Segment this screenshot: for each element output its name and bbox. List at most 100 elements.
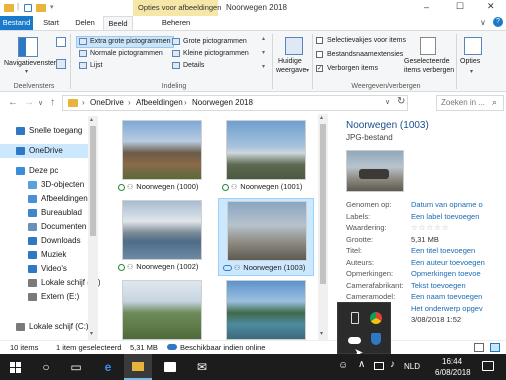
property-value[interactable]: Het onderwerp opgev: [411, 304, 503, 313]
property-value[interactable]: Tekst toevoegen: [411, 281, 503, 290]
sidebar-item[interactable]: 3D-objecten: [0, 178, 96, 192]
preview-pane-icon[interactable]: [56, 37, 66, 47]
task-view-icon[interactable]: ▭: [62, 354, 90, 380]
layout-scroll-down-icon[interactable]: ▾: [262, 49, 265, 56]
windows-icon[interactable]: [2, 354, 30, 380]
hide-selected-button[interactable]: Geselecteerde items verbergen: [404, 35, 454, 79]
sidebar-item[interactable]: Documenten: [0, 220, 96, 234]
layout-extra-large-icons[interactable]: Extra grote pictogrammen: [76, 36, 174, 48]
qat-new-folder-icon[interactable]: [36, 4, 46, 12]
security-icon[interactable]: [371, 333, 381, 345]
volume-icon[interactable]: ♪: [390, 359, 395, 370]
property-value[interactable]: Een auteur toevoegen: [411, 258, 503, 267]
qat-chevron-down-icon[interactable]: ▾: [50, 3, 54, 11]
usb-icon[interactable]: [351, 312, 359, 324]
mail-icon[interactable]: ✉: [188, 354, 216, 380]
clock-date[interactable]: 6/08/2018: [435, 368, 471, 377]
sidebar-item[interactable]: Muziek: [0, 248, 96, 262]
tab-beheren[interactable]: Beheren: [154, 16, 198, 30]
breadcrumb-onedrive[interactable]: OneDrive: [90, 96, 124, 110]
file-item[interactable]: ⚇ Noorwegen (1003): [218, 198, 314, 276]
file-extensions-checkbox[interactable]: Bestandsnaamextensies: [316, 50, 403, 60]
layout-details[interactable]: Details: [172, 61, 204, 71]
layout-scroll-up-icon[interactable]: ▴: [262, 35, 265, 42]
property-value[interactable]: Een titel toevoegen: [411, 246, 503, 255]
people-icon[interactable]: ☺: [338, 360, 348, 371]
layout-small-icons[interactable]: Kleine pictogrammen: [172, 49, 249, 59]
item-checkboxes-checkbox[interactable]: Selectievakjes voor items: [316, 36, 406, 46]
property-value[interactable]: Opmerkingen toevoe: [411, 269, 503, 278]
path-dropdown-icon[interactable]: ∨: [385, 96, 390, 110]
property-key: Cameramodel:: [346, 292, 396, 301]
maximize-button[interactable]: ☐: [456, 1, 464, 12]
sidebar-item-label: Downloads: [41, 236, 81, 245]
details-pane-icon[interactable]: [56, 59, 66, 69]
network-icon[interactable]: [374, 362, 384, 370]
edge-icon[interactable]: e: [94, 354, 122, 380]
layout-more-icon[interactable]: ▾: [262, 63, 265, 70]
explorer-icon[interactable]: [124, 354, 152, 380]
sidebar-item[interactable]: Lokale schijf (C:): [0, 320, 96, 334]
breadcrumb-afbeeldingen[interactable]: Afbeeldingen: [136, 96, 183, 110]
file-name: Noorwegen (1002): [136, 262, 199, 271]
details-view-toggle-icon[interactable]: [474, 343, 484, 352]
close-button[interactable]: ✕: [487, 1, 495, 12]
sidebar-item[interactable]: Afbeeldingen: [0, 192, 96, 206]
hidden-items-checkbox[interactable]: ✓ Verborgen items: [316, 64, 378, 74]
sidebar-item[interactable]: Snelle toegang: [0, 124, 96, 138]
language-indicator[interactable]: NLD: [404, 362, 420, 371]
current-view-button[interactable]: Huidige weergave ▾: [276, 35, 312, 79]
refresh-icon[interactable]: ↻: [397, 95, 405, 109]
sidebar-item[interactable]: OneDrive: [0, 144, 96, 158]
large-icons-view-toggle-icon[interactable]: [490, 343, 500, 352]
tab-bestand[interactable]: Bestand: [0, 16, 33, 30]
help-icon[interactable]: ?: [493, 17, 503, 27]
sidebar-item[interactable]: Downloads: [0, 234, 96, 248]
breadcrumb-sep: ›: [82, 98, 85, 107]
breadcrumb-noorwegen[interactable]: Noorwegen 2018: [192, 96, 253, 110]
property-value[interactable]: Datum van opname o: [411, 200, 503, 209]
up-button[interactable]: ↑: [50, 97, 55, 108]
sidebar-item[interactable]: Extern (E:): [0, 290, 96, 304]
nav-scrollbar[interactable]: ▴ ▾: [88, 116, 98, 340]
file-item[interactable]: ⚇ Noorwegen (1000): [114, 118, 210, 196]
minimize-button[interactable]: –: [424, 2, 429, 12]
layout-list[interactable]: Lijst: [79, 61, 102, 71]
folder-icon[interactable]: [4, 4, 14, 12]
recent-locations-button[interactable]: ∨: [38, 99, 43, 107]
rating-stars[interactable]: ☆☆☆☆☆: [411, 223, 503, 232]
music-icon: [28, 250, 37, 259]
forward-button[interactable]: →: [24, 97, 34, 108]
store-icon[interactable]: [156, 354, 184, 380]
sidebar-item[interactable]: Deze pc: [0, 164, 96, 178]
onedrive-icon[interactable]: [348, 337, 361, 344]
layout-large-icons[interactable]: Grote pictogrammen: [172, 37, 247, 47]
back-button[interactable]: ←: [8, 97, 18, 108]
sidebar-item[interactable]: Lokale schijf (C:): [0, 276, 101, 290]
layout-medium-icons[interactable]: Normale pictogrammen: [79, 49, 163, 59]
tab-start[interactable]: Start: [36, 16, 66, 30]
taskbar: ○ ▭ e ✉ ☺ ∧ ♪ NLD 16:44 6/08/2018: [0, 354, 506, 380]
path-box[interactable]: › OneDrive › Afbeeldingen › Noorwegen 20…: [62, 95, 408, 111]
file-view-scrollbar[interactable]: ▴ ▾: [318, 114, 328, 340]
tab-delen[interactable]: Delen: [70, 16, 100, 30]
sidebar-item[interactable]: Video's: [0, 262, 96, 276]
property-value[interactable]: Een naam toevoegen: [411, 292, 503, 301]
options-button[interactable]: Opties ▾: [460, 35, 486, 79]
file-item[interactable]: ⚇ Noorwegen (1001): [218, 118, 314, 196]
search-icon[interactable]: ○: [32, 354, 60, 380]
property-value[interactable]: Een label toevoegen: [411, 212, 503, 221]
navigation-pane-button[interactable]: Navigatievenster ▾: [4, 35, 56, 77]
ribbon-collapse-icon[interactable]: ∨: [480, 18, 486, 27]
tray-overflow-icon[interactable]: ∧: [358, 359, 365, 370]
search-icon[interactable]: ⌕: [492, 97, 497, 108]
tab-beeld[interactable]: Beeld: [103, 16, 133, 31]
file-item[interactable]: ⚇ Noorwegen (1002): [114, 198, 210, 276]
clock-time[interactable]: 16:44: [442, 357, 462, 366]
layout-icon: [172, 37, 180, 45]
notifications-icon[interactable]: [482, 361, 494, 371]
chrome-icon[interactable]: [370, 312, 382, 324]
property-key: Opmerkingen:: [346, 269, 394, 278]
sidebar-item[interactable]: Bureaublad: [0, 206, 96, 220]
qat-properties-icon[interactable]: [24, 4, 32, 12]
